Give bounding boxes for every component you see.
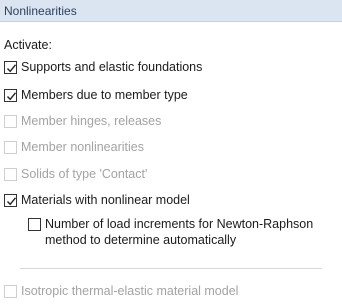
supports-option[interactable]: Supports and elastic foundations <box>4 59 202 75</box>
solids-checkbox <box>4 167 17 181</box>
members-option[interactable]: Members due to member type <box>4 87 188 103</box>
member-nonlinearities-checkbox <box>4 140 17 154</box>
isotropic-label: Isotropic thermal-elastic material model <box>21 284 239 298</box>
nonlinearities-panel: Nonlinearities Activate: Supports and el… <box>0 0 342 304</box>
load-increments-label: Number of load increments for Newton-Rap… <box>45 216 313 248</box>
supports-label: Supports and elastic foundations <box>21 60 203 74</box>
isotropic-option: Isotropic thermal-elastic material model <box>4 283 238 299</box>
load-increments-label-line2: method to determine automatically <box>45 233 237 247</box>
materials-option[interactable]: Materials with nonlinear model <box>4 192 190 208</box>
load-increments-label-line1: Number of load increments for Newton-Rap… <box>45 217 314 231</box>
supports-checkbox[interactable] <box>4 60 17 74</box>
solids-option: Solids of type 'Contact' <box>4 166 147 182</box>
activate-label: Activate: <box>4 38 52 52</box>
separator <box>20 268 322 269</box>
member-nonlinearities-label: Member nonlinearities <box>21 140 144 154</box>
member-nonlinearities-option: Member nonlinearities <box>4 139 144 155</box>
load-increments-option[interactable] <box>28 216 45 232</box>
check-icon <box>6 91 17 100</box>
members-label: Members due to member type <box>21 88 188 102</box>
section-title: Nonlinearities <box>4 4 77 18</box>
solids-label: Solids of type 'Contact' <box>21 167 148 181</box>
section-header: Nonlinearities <box>0 0 342 22</box>
check-icon <box>6 196 17 205</box>
check-icon <box>6 63 17 72</box>
hinges-checkbox <box>4 114 17 128</box>
isotropic-checkbox <box>4 284 17 298</box>
load-increments-checkbox[interactable] <box>28 217 41 231</box>
materials-label: Materials with nonlinear model <box>21 193 190 207</box>
materials-checkbox[interactable] <box>4 193 17 207</box>
hinges-label: Member hinges, releases <box>21 114 162 128</box>
hinges-option: Member hinges, releases <box>4 113 161 129</box>
members-checkbox[interactable] <box>4 88 17 102</box>
